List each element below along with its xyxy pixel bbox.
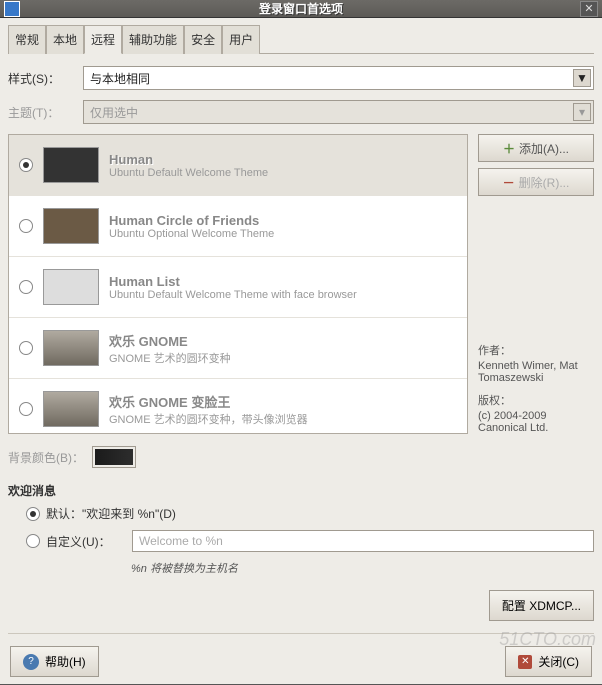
config-xdmcp-button[interactable]: 配置 XDMCP... xyxy=(489,590,594,621)
close-label: 关闭(C) xyxy=(538,653,579,670)
copyright-value: (c) 2004-2009 Canonical Ltd. xyxy=(478,410,594,434)
theme-thumbnail xyxy=(43,269,99,305)
theme-radio[interactable] xyxy=(19,341,33,355)
dropdown-arrow-icon: ▾ xyxy=(573,103,591,121)
theme-name: 欢乐 GNOME 变脸王 xyxy=(109,392,308,411)
bgcolor-button[interactable] xyxy=(92,446,136,468)
bgcolor-label: 背景颜色(B)： xyxy=(8,449,84,466)
welcome-hint: %n 将被替换为主机名 xyxy=(131,560,594,576)
theme-name: Human List xyxy=(109,274,357,289)
theme-select[interactable]: 仅用选中 ▾ xyxy=(83,100,594,124)
theme-value: 仅用选中 xyxy=(90,104,138,121)
copyright-label: 版权： xyxy=(478,392,594,408)
welcome-custom-placeholder: Welcome to %n xyxy=(139,534,223,548)
remove-theme-label: 删除(R)... xyxy=(519,174,570,191)
separator xyxy=(8,633,594,634)
theme-name: 欢乐 GNOME xyxy=(109,331,231,350)
theme-list-scroll[interactable]: Human Ubuntu Default Welcome Theme Human… xyxy=(9,135,467,433)
remove-theme-button[interactable]: － 删除(R)... xyxy=(478,168,594,196)
welcome-custom-label: 自定义(U)： xyxy=(46,533,126,550)
theme-item[interactable]: Human Ubuntu Default Welcome Theme xyxy=(9,135,467,196)
theme-item[interactable]: 欢乐 GNOME 变脸王 GNOME 艺术的圆环变种，带头像浏览器 xyxy=(9,379,467,433)
theme-item[interactable]: Human List Ubuntu Default Welcome Theme … xyxy=(9,257,467,318)
dropdown-arrow-icon: ▼ xyxy=(573,69,591,87)
tab-security[interactable]: 安全 xyxy=(184,25,222,54)
style-label: 样式(S)： xyxy=(8,70,83,87)
welcome-custom-input[interactable]: Welcome to %n xyxy=(132,530,594,552)
theme-thumbnail xyxy=(43,330,99,366)
style-select[interactable]: 与本地相同 ▼ xyxy=(83,66,594,90)
close-button[interactable]: ✕ 关闭(C) xyxy=(505,646,592,677)
close-window-button[interactable]: ✕ xyxy=(580,1,598,17)
author-value: Kenneth Wimer, Mat Tomaszewski xyxy=(478,360,594,384)
help-button[interactable]: ? 帮助(H) xyxy=(10,646,99,677)
welcome-section-title: 欢迎消息 xyxy=(8,482,594,499)
theme-label: 主题(T)： xyxy=(8,104,83,121)
theme-radio[interactable] xyxy=(19,158,33,172)
welcome-default-radio[interactable] xyxy=(26,507,40,521)
titlebar: 登录窗口首选项 ✕ xyxy=(0,0,602,18)
minus-icon: － xyxy=(503,176,515,188)
style-value: 与本地相同 xyxy=(90,70,150,87)
tabs-bar: 常规 本地 远程 辅助功能 安全 用户 xyxy=(8,24,594,54)
theme-radio[interactable] xyxy=(19,402,33,416)
tab-remote[interactable]: 远程 xyxy=(84,25,122,54)
plus-icon: ＋ xyxy=(503,142,515,154)
add-theme-button[interactable]: ＋ 添加(A)... xyxy=(478,134,594,162)
theme-desc: Ubuntu Optional Welcome Theme xyxy=(109,228,274,240)
theme-list: Human Ubuntu Default Welcome Theme Human… xyxy=(8,134,468,434)
theme-name: Human xyxy=(109,152,268,167)
welcome-custom-radio[interactable] xyxy=(26,534,40,548)
theme-radio[interactable] xyxy=(19,219,33,233)
welcome-default-label: 默认："欢迎来到 %n"(D) xyxy=(46,505,176,522)
app-icon xyxy=(4,1,20,17)
help-label: 帮助(H) xyxy=(45,653,86,670)
tab-users[interactable]: 用户 xyxy=(222,25,260,54)
theme-name: Human Circle of Friends xyxy=(109,213,274,228)
theme-thumbnail xyxy=(43,208,99,244)
window-title: 登录窗口首选项 xyxy=(259,0,343,17)
theme-radio[interactable] xyxy=(19,280,33,294)
theme-item[interactable]: Human Circle of Friends Ubuntu Optional … xyxy=(9,196,467,257)
theme-thumbnail xyxy=(43,147,99,183)
add-theme-label: 添加(A)... xyxy=(519,140,569,157)
theme-desc: Ubuntu Default Welcome Theme with face b… xyxy=(109,289,357,301)
close-icon: ✕ xyxy=(518,655,532,669)
theme-desc: Ubuntu Default Welcome Theme xyxy=(109,167,268,179)
tab-local[interactable]: 本地 xyxy=(46,25,84,54)
tab-accessibility[interactable]: 辅助功能 xyxy=(122,25,184,54)
help-icon: ? xyxy=(23,654,39,670)
tab-general[interactable]: 常规 xyxy=(8,25,46,54)
theme-desc: GNOME 艺术的圆环变种，带头像浏览器 xyxy=(109,411,308,427)
author-label: 作者： xyxy=(478,342,594,358)
theme-desc: GNOME 艺术的圆环变种 xyxy=(109,350,231,366)
theme-thumbnail xyxy=(43,391,99,427)
theme-item[interactable]: 欢乐 GNOME GNOME 艺术的圆环变种 xyxy=(9,318,467,379)
